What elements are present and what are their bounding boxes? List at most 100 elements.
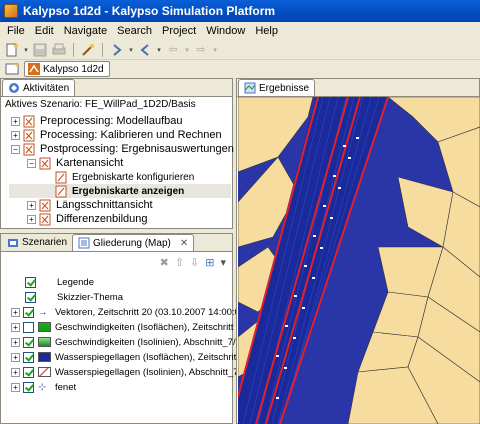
layer-label: Wasserspiegellagen (Isoflächen), Zeitsch…: [55, 351, 245, 363]
save-icon[interactable]: [32, 42, 48, 58]
delete-icon[interactable]: ✖: [160, 256, 169, 269]
move-down-icon[interactable]: ⇩: [190, 256, 199, 269]
layer-checkbox[interactable]: [23, 381, 34, 393]
tree-item-label: Ergebniskarte anzeigen: [72, 185, 185, 197]
window-title: Kalypso 1d2d - Kalypso Simulation Platfo…: [23, 4, 276, 18]
tab-results[interactable]: Ergebnisse: [238, 79, 316, 96]
layer-item[interactable]: + Wasserspiegellagen (Isoflächen), Zeits…: [11, 350, 244, 364]
app-icon: [4, 4, 18, 18]
layer-item[interactable]: + Geschwindigkeiten (Isolinien), Abschni…: [11, 335, 241, 349]
layer-label: fenet: [55, 381, 77, 393]
print-icon[interactable]: [51, 42, 67, 58]
menu-window[interactable]: Window: [201, 25, 250, 37]
workflow-icon: [23, 143, 35, 155]
menu-edit[interactable]: Edit: [30, 25, 59, 37]
expand-toggle[interactable]: +: [11, 382, 20, 392]
expand-toggle[interactable]: +: [27, 214, 36, 224]
outline-icon: [78, 237, 90, 249]
next-annotation-icon[interactable]: [109, 42, 125, 58]
dropdown-arrow-icon[interactable]: ▾: [128, 42, 134, 58]
tab-outline[interactable]: Gliederung (Map) ✕: [72, 234, 195, 251]
dropdown-arrow-icon[interactable]: ▾: [184, 42, 190, 58]
open-perspective-icon[interactable]: [4, 61, 20, 77]
collapse-toggle[interactable]: −: [11, 144, 20, 154]
layer-item[interactable]: Legende: [25, 275, 94, 289]
legend-swatch-icon: [38, 322, 51, 332]
expand-toggle[interactable]: +: [11, 337, 20, 347]
tree-item[interactable]: − Postprocessing: Ergebnisauswertungen: [11, 142, 234, 156]
add-layer-icon[interactable]: ⊞: [205, 256, 214, 269]
window-titlebar: Kalypso 1d2d - Kalypso Simulation Platfo…: [0, 0, 480, 22]
expand-toggle[interactable]: +: [11, 116, 20, 126]
layer-item[interactable]: + ⊹ fenet: [11, 380, 76, 394]
layer-checkbox[interactable]: [23, 321, 34, 333]
tree-item-label: Postprocessing: Ergebnisauswertungen: [40, 143, 234, 155]
main-toolbar: ▾ ▾ ▾ ⇦ ▾ ⇨ ▾: [0, 40, 480, 60]
layer-checkbox[interactable]: [23, 366, 34, 378]
layer-checkbox[interactable]: [23, 351, 34, 363]
layer-checkbox[interactable]: [25, 291, 36, 303]
menu-help[interactable]: Help: [250, 25, 283, 37]
tree-item-label: Preprocessing: Modellaufbau: [40, 115, 183, 127]
dropdown-arrow-icon[interactable]: ▾: [156, 42, 162, 58]
menu-search[interactable]: Search: [112, 25, 157, 37]
map-icon: [244, 82, 256, 94]
move-up-icon[interactable]: ⇧: [175, 256, 184, 269]
layer-item[interactable]: + Wasserspiegellagen (Isolinien), Abschn…: [11, 365, 246, 379]
tab-activities[interactable]: Aktivitäten: [2, 79, 76, 96]
expand-toggle[interactable]: +: [27, 200, 36, 210]
vector-icon: →: [38, 306, 48, 318]
layer-item[interactable]: + → Vektoren, Zeitschritt 20 (03.10.2007…: [11, 305, 240, 319]
result-map[interactable]: [238, 97, 480, 424]
workflow-icon: [23, 129, 35, 141]
menu-arrow-icon[interactable]: ▾: [220, 256, 226, 269]
tab-scenarios[interactable]: Szenarien: [2, 234, 72, 251]
tree-item-label: Processing: Kalibrieren und Rechnen: [40, 129, 222, 141]
tab-scenarios-label: Szenarien: [22, 237, 68, 248]
layer-label: Wasserspiegellagen (Isolinien), Abschnit…: [55, 366, 247, 378]
close-icon[interactable]: ✕: [180, 238, 188, 249]
layer-label: Legende: [57, 276, 94, 288]
forward-icon[interactable]: ⇨: [193, 42, 209, 58]
expand-toggle[interactable]: +: [11, 367, 20, 377]
tab-activities-label: Aktivitäten: [23, 82, 70, 94]
tree-item[interactable]: + Preprocessing: Modellaufbau: [11, 114, 182, 128]
expand-toggle[interactable]: +: [11, 130, 20, 140]
active-scenario-label: Aktives Szenario: FE_WillPad_1D2D/Basis: [1, 97, 232, 112]
back-icon[interactable]: ⇦: [165, 42, 181, 58]
tree-item[interactable]: − Kartenansicht: [27, 156, 123, 170]
prev-annotation-icon[interactable]: [137, 42, 153, 58]
tree-item[interactable]: + Längsschnittansicht: [27, 198, 153, 212]
layer-item[interactable]: Skizzier-Thema: [25, 290, 123, 304]
perspective-kalypso-button[interactable]: Kalypso 1d2d: [24, 61, 110, 77]
layer-label: Geschwindigkeiten (Isolinien), Abschnitt…: [55, 336, 241, 348]
wand-icon[interactable]: [80, 42, 96, 58]
tree-item[interactable]: + Differenzenbildung: [27, 212, 148, 226]
new-icon[interactable]: [4, 42, 20, 58]
menubar: File Edit Navigate Search Project Window…: [0, 22, 480, 40]
perspective-bar: Kalypso 1d2d: [0, 60, 480, 78]
expand-toggle[interactable]: +: [11, 352, 20, 362]
tree-item[interactable]: Ergebniskarte konfigurieren: [55, 170, 194, 184]
menu-navigate[interactable]: Navigate: [59, 25, 112, 37]
workflow-icon: [39, 213, 51, 225]
dropdown-arrow-icon[interactable]: ▾: [23, 42, 29, 58]
layer-checkbox[interactable]: [23, 306, 34, 318]
legend-swatch-icon: [38, 337, 51, 347]
tab-results-label: Ergebnisse: [259, 82, 310, 94]
activities-tree: + Preprocessing: Modellaufbau + Processi…: [1, 112, 234, 225]
tree-item[interactable]: + Processing: Kalibrieren und Rechnen: [11, 128, 222, 142]
collapse-toggle[interactable]: −: [27, 158, 36, 168]
layer-checkbox[interactable]: [23, 336, 34, 348]
layer-item[interactable]: + Geschwindigkeiten (Isoflächen), Zeitsc…: [11, 320, 247, 334]
tree-item-selected[interactable]: Ergebniskarte anzeigen: [9, 184, 231, 198]
legend-swatch-icon: [38, 352, 51, 362]
layer-checkbox[interactable]: [25, 276, 36, 288]
expand-toggle[interactable]: +: [11, 322, 20, 332]
menu-file[interactable]: File: [2, 25, 30, 37]
map-canvas: [238, 97, 480, 424]
dropdown-arrow-icon[interactable]: ▾: [212, 42, 218, 58]
expand-toggle[interactable]: +: [11, 307, 20, 317]
layer-label: Skizzier-Thema: [57, 291, 123, 303]
menu-project[interactable]: Project: [157, 25, 201, 37]
